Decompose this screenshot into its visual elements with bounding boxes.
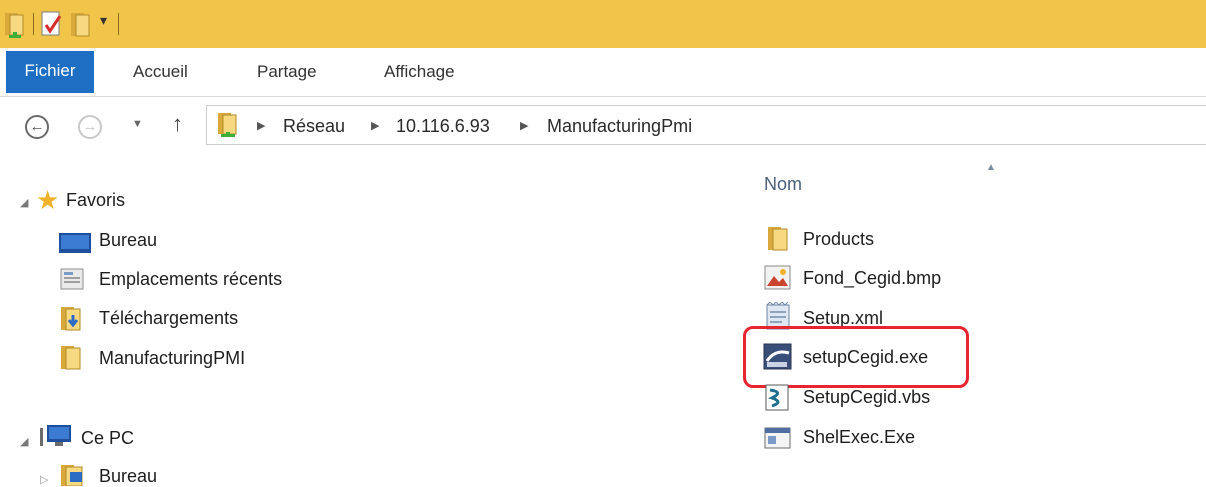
nav-item-telechargements[interactable]: Téléchargements bbox=[99, 308, 238, 329]
breadcrumb-separator-icon[interactable]: ▶ bbox=[257, 119, 265, 132]
new-folder-icon[interactable] bbox=[70, 12, 92, 38]
recent-locations-icon[interactable]: ▼ bbox=[132, 118, 143, 130]
breadcrumb-separator-icon[interactable]: ▶ bbox=[371, 119, 379, 132]
highlight-box bbox=[743, 326, 969, 388]
collapse-arrow-icon[interactable]: ◢ bbox=[20, 435, 28, 448]
folder-icon bbox=[61, 346, 81, 370]
navigation-bar: ← → ▼ ↑ ▶ Réseau ▶ 10.116.6.93 ▶ Manufac… bbox=[0, 97, 1206, 157]
file-row-shelexec-exe[interactable]: ShelExec.Exe bbox=[803, 427, 915, 448]
expand-arrow-icon[interactable]: ▷ bbox=[40, 473, 48, 486]
bitmap-icon bbox=[764, 265, 791, 290]
title-bar: ▾ bbox=[0, 0, 1206, 48]
tab-fichier[interactable]: Fichier bbox=[6, 51, 94, 93]
quick-access-dropdown-icon[interactable]: ▾ bbox=[100, 12, 107, 29]
downloads-folder-icon bbox=[61, 307, 81, 331]
forward-button[interactable]: → bbox=[78, 115, 102, 139]
nav-favoris[interactable]: Favoris bbox=[66, 190, 125, 211]
star-icon: ★ bbox=[36, 185, 60, 215]
recent-places-icon bbox=[60, 268, 84, 290]
nav-item-bureau[interactable]: Bureau bbox=[99, 230, 157, 251]
navigation-pane: ◢ ★ Favoris Bureau Emplacements récents … bbox=[0, 160, 740, 486]
address-bar[interactable]: ▶ Réseau ▶ 10.116.6.93 ▶ ManufacturingPm… bbox=[206, 105, 1206, 145]
tab-affichage[interactable]: Affichage bbox=[384, 48, 455, 96]
breadcrumb-manufacturingpmi[interactable]: ManufacturingPmi bbox=[547, 116, 692, 137]
network-icon bbox=[218, 113, 237, 137]
back-button[interactable]: ← bbox=[25, 115, 49, 139]
nav-ce-pc[interactable]: Ce PC bbox=[81, 428, 134, 449]
file-row-products[interactable]: Products bbox=[803, 229, 874, 250]
sort-ascending-icon: ▲ bbox=[986, 162, 996, 173]
ribbon-tabs: Fichier Accueil Partage Affichage bbox=[0, 48, 1206, 97]
nav-item-emplacements-recents[interactable]: Emplacements récents bbox=[99, 269, 282, 290]
tab-partage[interactable]: Partage bbox=[257, 48, 317, 96]
network-folder-icon bbox=[5, 13, 24, 38]
up-arrow-icon[interactable]: ↑ bbox=[172, 111, 183, 137]
nav-item-manufacturingpmi[interactable]: ManufacturingPMI bbox=[99, 348, 245, 369]
exe-window-icon bbox=[764, 427, 791, 449]
collapse-arrow-icon[interactable]: ◢ bbox=[20, 196, 28, 209]
desktop-icon bbox=[59, 233, 91, 253]
breadcrumb-separator-icon[interactable]: ▶ bbox=[520, 119, 528, 132]
file-row-setupcegid-vbs[interactable]: SetupCegid.vbs bbox=[803, 387, 930, 408]
computer-icon bbox=[40, 425, 71, 446]
script-icon bbox=[765, 384, 789, 411]
column-header-nom[interactable]: Nom bbox=[764, 174, 802, 195]
file-row-fond-cegid-bmp[interactable]: Fond_Cegid.bmp bbox=[803, 268, 941, 289]
breadcrumb-reseau[interactable]: Réseau bbox=[283, 116, 345, 137]
desktop-folder-icon bbox=[61, 465, 83, 486]
nav-item-bureau-pc[interactable]: Bureau bbox=[99, 466, 157, 487]
tab-accueil[interactable]: Accueil bbox=[133, 48, 188, 96]
properties-icon[interactable] bbox=[40, 11, 64, 38]
folder-icon bbox=[768, 227, 788, 251]
breadcrumb-ip[interactable]: 10.116.6.93 bbox=[396, 116, 490, 137]
